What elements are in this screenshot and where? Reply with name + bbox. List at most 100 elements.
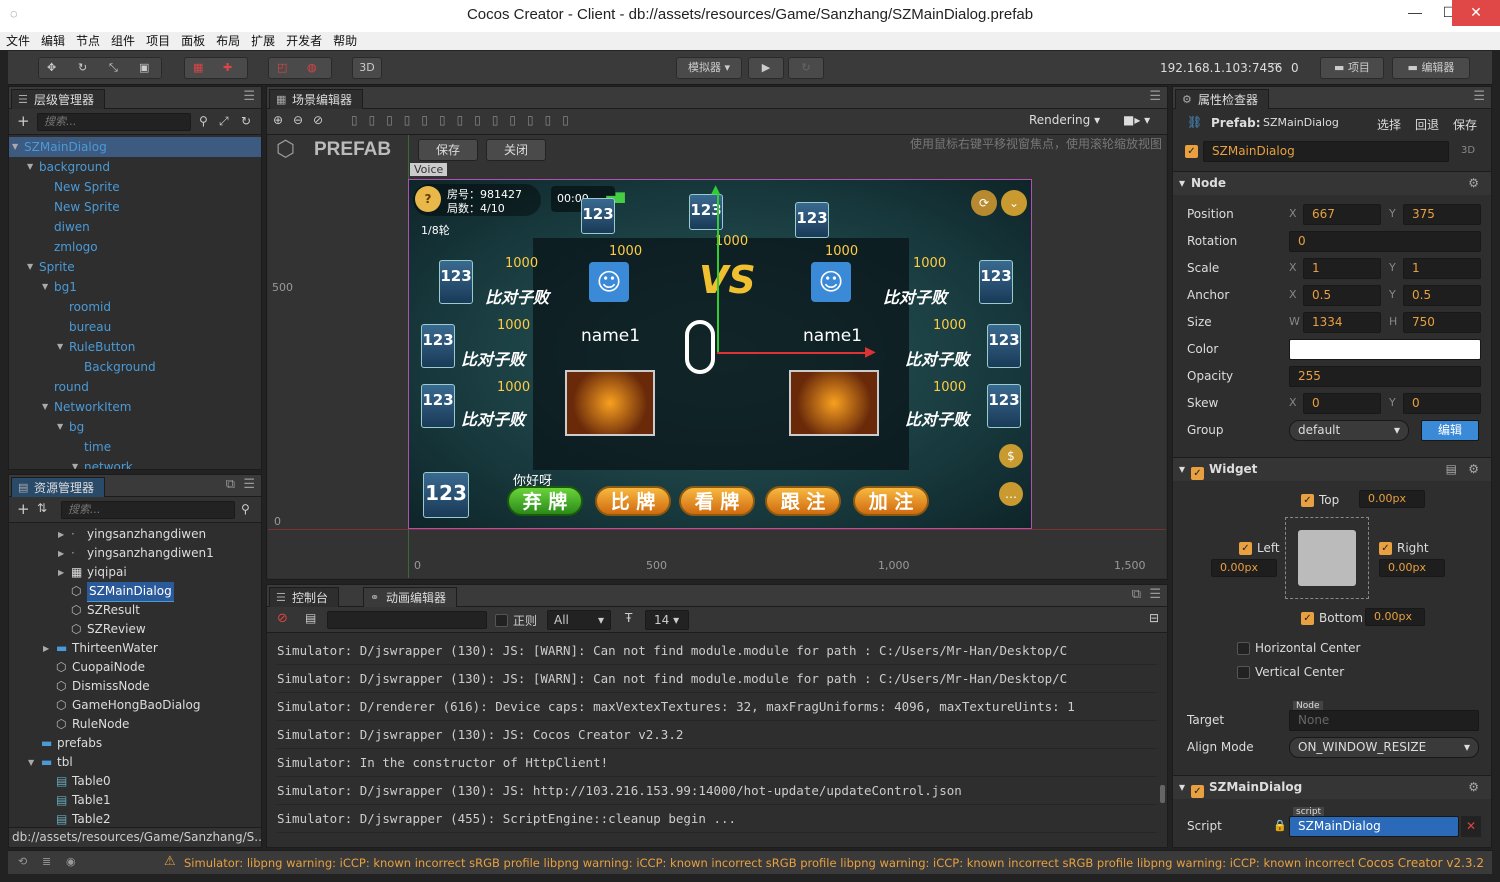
- gizmo-x-axis[interactable]: [717, 352, 867, 354]
- chat-round-icon[interactable]: …: [999, 482, 1023, 506]
- popout-icon[interactable]: ⧉: [1132, 587, 1141, 602]
- chevron-down-icon[interactable]: ▼: [27, 257, 33, 277]
- widget-section-header[interactable]: ▾ ✓ Widget ▤ ⚙: [1173, 457, 1491, 481]
- raise-button[interactable]: 加 注: [853, 486, 929, 516]
- hcenter-checkbox[interactable]: [1237, 641, 1250, 655]
- chevron-right-icon[interactable]: ▶: [58, 544, 64, 563]
- menu-file[interactable]: 文件: [0, 32, 35, 50]
- rotation-input[interactable]: 0: [1289, 231, 1481, 252]
- asset-item[interactable]: ▤ Table2: [9, 810, 261, 827]
- target-node-field[interactable]: None: [1289, 710, 1479, 731]
- play-button[interactable]: ▶: [748, 57, 784, 79]
- zoom-fit-icon[interactable]: ⊘: [313, 113, 323, 127]
- chevron-down-icon[interactable]: ▼: [27, 157, 33, 177]
- chevron-down-icon[interactable]: ▼: [72, 457, 78, 469]
- rotate-tool-icon[interactable]: ↻: [78, 58, 87, 78]
- right-checkbox[interactable]: ✓: [1379, 541, 1392, 555]
- prefab-revert-button[interactable]: 回退: [1415, 116, 1439, 133]
- group-select[interactable]: default ▾: [1289, 420, 1409, 441]
- script-field[interactable]: SZMainDialog: [1289, 816, 1459, 837]
- layout-icon[interactable]: ⟲: [18, 855, 27, 868]
- move-tool-icon[interactable]: ✥: [47, 58, 56, 78]
- regex-checkbox[interactable]: [495, 613, 508, 627]
- console-line[interactable]: Simulator: D/jswrapper (130): JS: Cocos …: [277, 721, 1157, 749]
- prefab-close-button[interactable]: 关闭: [486, 139, 546, 161]
- bottom-checkbox[interactable]: ✓: [1301, 611, 1314, 625]
- hierarchy-node[interactable]: ▼ RuleButton: [9, 337, 261, 357]
- chevron-down-icon[interactable]: ▼: [12, 137, 18, 157]
- game-canvas[interactable]: ? 房号：981427 局数：4/10 1/8轮 00:00 ▂▄▆ ☺ nam…: [408, 179, 1032, 529]
- console-line[interactable]: Simulator: D/jswrapper (130): JS: http:/…: [277, 777, 1157, 805]
- call-button[interactable]: 跟 注: [765, 486, 841, 516]
- vcenter-checkbox[interactable]: [1237, 665, 1250, 679]
- gizmo-y-axis[interactable]: [717, 194, 719, 354]
- asset-item[interactable]: ▼ ▬ tbl: [9, 753, 261, 772]
- group-edit-button[interactable]: 编辑: [1421, 420, 1479, 441]
- tab-console[interactable]: ☰ 控制台: [269, 587, 340, 607]
- rendering-select[interactable]: Rendering ▾: [1029, 113, 1100, 127]
- prefab-select-button[interactable]: 选择: [1377, 116, 1401, 133]
- right-margin-input[interactable]: 0.00px: [1379, 559, 1445, 577]
- menu-panel[interactable]: 面板: [175, 32, 210, 50]
- scale-tool-icon[interactable]: ⤡: [109, 58, 118, 78]
- chevron-down-icon[interactable]: ▼: [57, 337, 63, 357]
- console-line[interactable]: Simulator: D/jswrapper (455): ScriptEngi…: [277, 805, 1157, 833]
- asset-item[interactable]: ⬡ GameHongBaoDialog: [9, 696, 261, 715]
- tab-animation[interactable]: ⚭ 动画编辑器: [363, 587, 458, 607]
- asset-item[interactable]: ▶ · yingsanzhangdiwen1: [9, 544, 261, 563]
- global-icon[interactable]: ◍: [307, 58, 317, 78]
- assets-search-input[interactable]: 搜索...: [61, 501, 235, 519]
- size-h-input[interactable]: 750: [1403, 312, 1481, 333]
- asset-item[interactable]: ⬡ SZResult: [9, 601, 261, 620]
- scene-viewport[interactable]: 500 0 0 500 1,000 1,500 ⬡ PREFAB 保存 关闭 使…: [268, 135, 1166, 578]
- open-project-button[interactable]: ▬ 项目: [1320, 57, 1384, 79]
- status-message[interactable]: Simulator: libpng warning: iCCP: known i…: [184, 856, 1354, 870]
- align-tools-icon[interactable]: ▯▯▯▯▯▯▯▯▯▯▯▯▯: [351, 113, 580, 127]
- expand-icon[interactable]: ⤢: [219, 114, 229, 129]
- gear-icon[interactable]: ⚙: [1468, 172, 1479, 194]
- left-margin-input[interactable]: 0.00px: [1211, 559, 1277, 577]
- eye-icon[interactable]: ◉: [66, 855, 76, 868]
- open-log-icon[interactable]: ▤: [305, 611, 316, 625]
- pivot-icon[interactable]: ▦: [193, 58, 203, 78]
- panel-menu-icon[interactable]: ☰: [243, 477, 255, 492]
- menu-project[interactable]: 项目: [140, 32, 175, 50]
- hierarchy-node[interactable]: Background: [9, 357, 261, 377]
- menu-help[interactable]: 帮助: [327, 32, 362, 50]
- hierarchy-node[interactable]: ▼ bg: [9, 417, 261, 437]
- hierarchy-node[interactable]: roomid: [9, 297, 261, 317]
- asset-item[interactable]: ▬ prefabs: [9, 734, 261, 753]
- node-section-header[interactable]: ▾ Node ⚙: [1173, 171, 1491, 195]
- bottom-margin-input[interactable]: 0.00px: [1365, 608, 1425, 626]
- menu-component[interactable]: 组件: [105, 32, 140, 50]
- asset-item[interactable]: ⬡ CuopaiNode: [9, 658, 261, 677]
- sort-icon[interactable]: ⇅: [37, 501, 47, 515]
- skew-y-input[interactable]: 0: [1403, 393, 1481, 414]
- console-line[interactable]: Simulator: D/jswrapper (130): JS: [WARN]…: [277, 665, 1157, 693]
- rule-button-icon[interactable]: ?: [415, 186, 441, 212]
- chevron-right-icon[interactable]: ▶: [58, 563, 64, 582]
- prefab-save-button[interactable]: 保存: [418, 139, 478, 161]
- compare-button[interactable]: 比 牌: [595, 486, 671, 516]
- local-icon[interactable]: ✚: [223, 58, 232, 78]
- database-icon[interactable]: ≣: [42, 855, 51, 868]
- add-asset-icon[interactable]: +: [17, 500, 30, 518]
- menu-layout[interactable]: 布局: [210, 32, 245, 50]
- look-button[interactable]: 看 牌: [679, 486, 755, 516]
- opacity-input[interactable]: 255: [1289, 366, 1481, 387]
- asset-item[interactable]: ▶ · yingsanzhangdiwen: [9, 525, 261, 544]
- remove-script-icon[interactable]: ✕: [1461, 816, 1481, 837]
- hierarchy-node[interactable]: diwen: [9, 217, 261, 237]
- widget-enabled-checkbox[interactable]: ✓: [1191, 462, 1204, 484]
- hierarchy-node[interactable]: New Sprite: [9, 177, 261, 197]
- script-enabled-checkbox[interactable]: ✓: [1191, 780, 1204, 802]
- hierarchy-node[interactable]: zmlogo: [9, 237, 261, 257]
- scale-x-input[interactable]: 1: [1303, 258, 1381, 279]
- clear-console-icon[interactable]: ⊘: [277, 611, 288, 626]
- book-icon[interactable]: ▤: [1446, 458, 1457, 480]
- position-x-input[interactable]: 667: [1303, 204, 1381, 225]
- chevron-down-icon[interactable]: ▼: [57, 417, 63, 437]
- preview-ip[interactable]: 192.168.1.103:7456: [1160, 61, 1282, 75]
- color-swatch[interactable]: [1289, 339, 1481, 360]
- anchor-x-input[interactable]: 0.5: [1303, 285, 1381, 306]
